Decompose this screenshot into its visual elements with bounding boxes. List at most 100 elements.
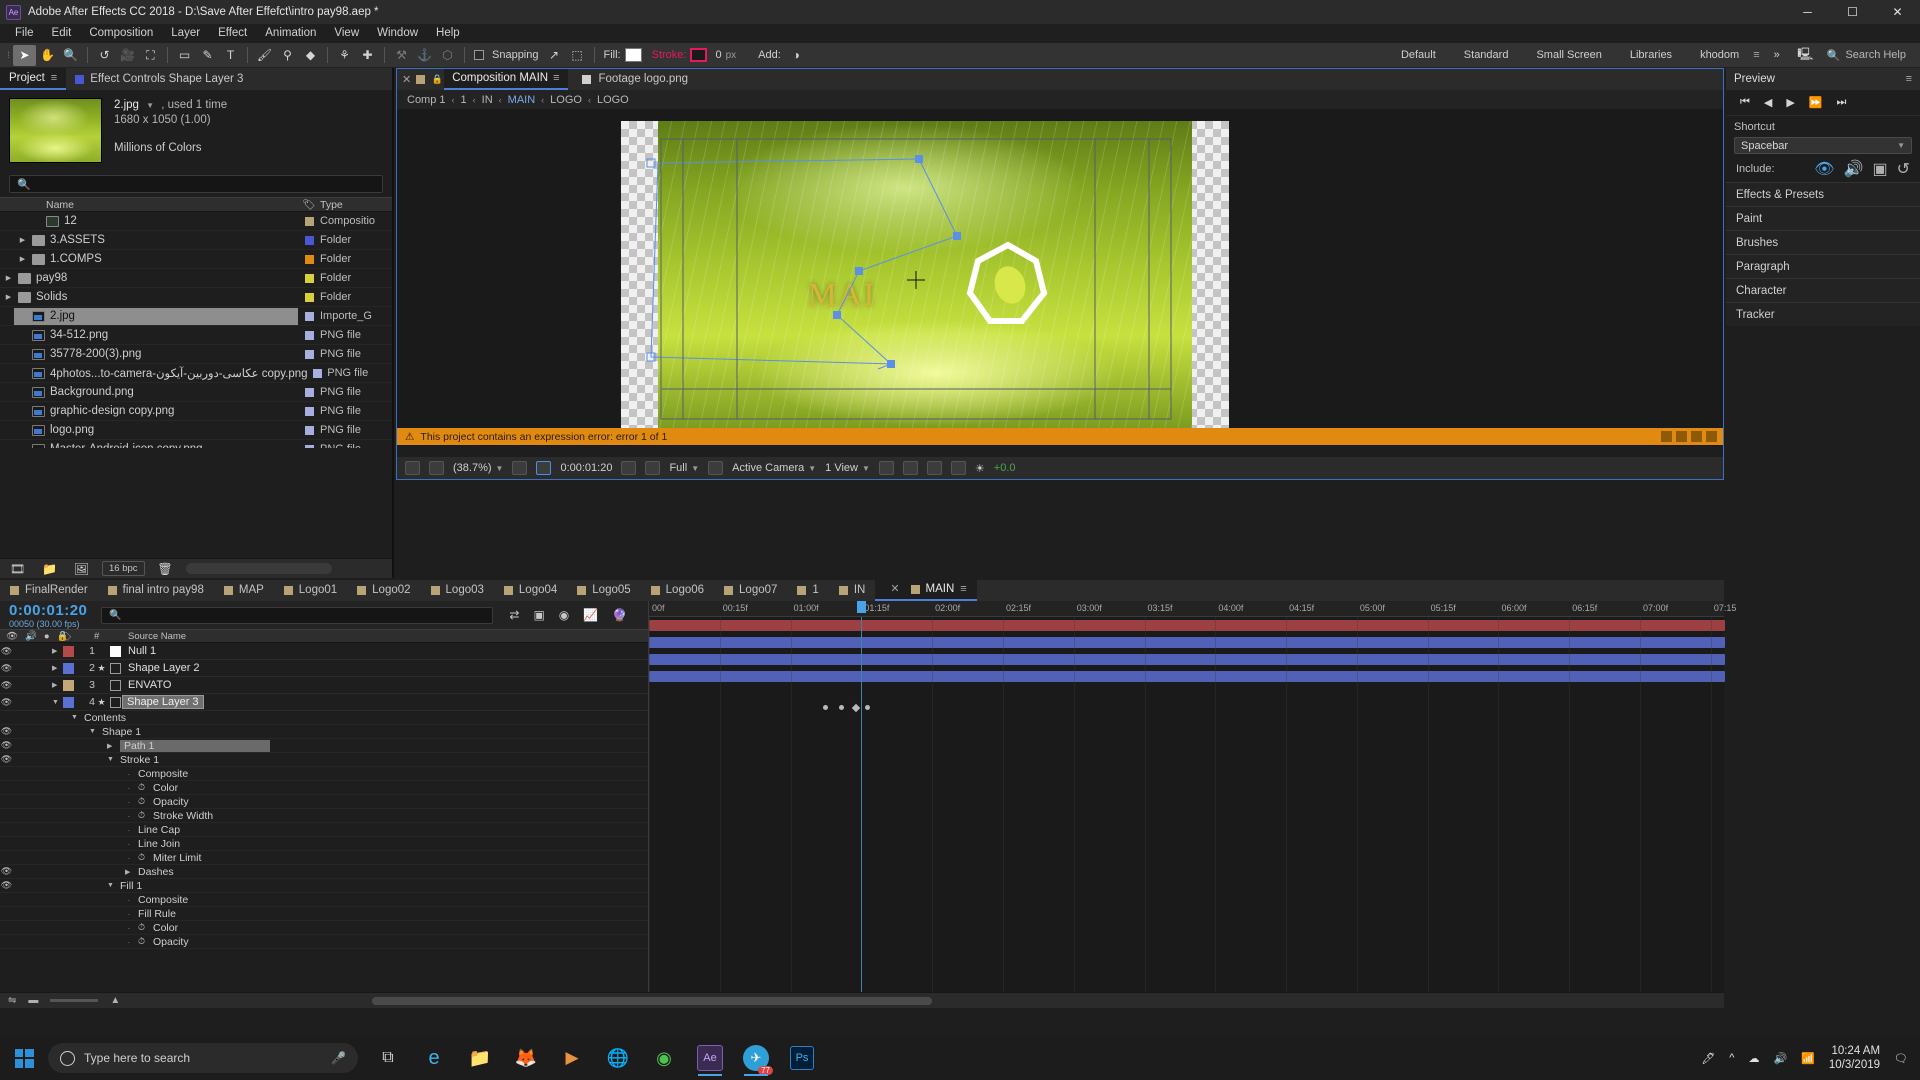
timeline-layer-bar[interactable]	[649, 671, 1725, 682]
panel-effects-presets[interactable]: Effects & Presets	[1726, 182, 1920, 206]
layer-visibility-icon[interactable]: 👁	[0, 697, 13, 708]
keyframe-marker[interactable]	[839, 705, 844, 710]
column-name[interactable]: Name	[0, 199, 298, 211]
next-frame-icon[interactable]: ⏩	[1809, 96, 1823, 109]
timeline-icon[interactable]	[926, 461, 942, 475]
workspace-user[interactable]: khodom	[1686, 49, 1753, 61]
include-overlays-icon[interactable]: ▣	[1872, 159, 1887, 179]
timeline-tab-logo02[interactable]: Logo02	[347, 580, 420, 601]
warn-icon-3[interactable]	[1691, 431, 1702, 442]
breadcrumb-item[interactable]: 1	[461, 94, 467, 106]
keyframe-marker[interactable]	[851, 703, 861, 713]
workspace-standard[interactable]: Standard	[1450, 49, 1523, 61]
minimize-button[interactable]: ─	[1785, 0, 1830, 24]
preview-panel-menu-icon[interactable]: ≡	[1906, 73, 1912, 85]
disclosure-triangle-icon[interactable]: ▶	[18, 236, 27, 244]
transparency-grid-icon[interactable]	[708, 461, 724, 475]
snapping-checkbox[interactable]: Snapping	[474, 49, 543, 61]
selection-tool-icon[interactable]: ➤	[13, 44, 36, 66]
timeline-horizontal-scrollbar[interactable]	[372, 996, 933, 1005]
roto-brush-tool-icon[interactable]: ⚘	[333, 45, 356, 66]
comp-flowchart-icon[interactable]	[950, 461, 966, 475]
puppet-mesh-icon[interactable]: ⬡	[436, 45, 459, 66]
project-settings-icon[interactable]: 🖼	[70, 558, 93, 579]
layer-name[interactable]: Shape Layer 2	[122, 662, 200, 674]
project-item-label[interactable]	[298, 425, 320, 435]
close-tab-icon[interactable]: ✕	[885, 580, 904, 600]
timeline-tab-logo04[interactable]: Logo04	[494, 580, 567, 601]
tab-effect-controls[interactable]: Effect Controls Shape Layer 3	[66, 68, 252, 90]
tab-composition-main[interactable]: Composition MAIN ≡	[444, 69, 568, 90]
timeline-tab-finalrender[interactable]: FinalRender	[0, 580, 98, 601]
snapshot-icon[interactable]	[621, 461, 637, 475]
grip-handle[interactable]: ⁞	[4, 45, 13, 66]
close-tab-icon[interactable]: ✕	[397, 73, 416, 86]
timeline-tab-map[interactable]: MAP	[214, 580, 274, 601]
project-search-input[interactable]: 🔍	[9, 175, 383, 193]
timeline-layer-bar[interactable]	[649, 654, 1725, 665]
project-list-item[interactable]: 12 Compositio	[0, 212, 392, 231]
property-disclosure-icon[interactable]: ▼	[71, 714, 79, 721]
bit-depth-label[interactable]: 16 bpc	[102, 561, 145, 576]
draft-3d-icon[interactable]: ▣	[533, 608, 544, 622]
always-preview-icon[interactable]	[405, 461, 420, 475]
add-shape-icon[interactable]: ◑	[785, 45, 808, 66]
timeline-tab-final-intro-pay98[interactable]: final intro pay98	[98, 580, 214, 601]
project-footer-scrollbar[interactable]	[185, 563, 332, 574]
workspace-overflow-icon[interactable]: »	[1760, 49, 1794, 61]
pen-tool-icon[interactable]: ✎	[196, 45, 219, 66]
firefox-icon[interactable]: 🦊	[506, 1038, 546, 1078]
composition-viewer[interactable]: MAI	[397, 109, 1723, 446]
sync-settings-icon[interactable]: 🖳	[1794, 45, 1817, 66]
delete-icon[interactable]: 🗑	[154, 558, 177, 579]
zoom-in-icon[interactable]: ▲	[110, 995, 120, 1006]
timeline-layer-bar[interactable]	[649, 637, 1725, 648]
breadcrumb-item[interactable]: LOGO	[550, 94, 582, 106]
panel-character[interactable]: Character	[1726, 278, 1920, 302]
after-effects-taskbar-icon[interactable]: Ae	[690, 1038, 730, 1078]
property-disclosure-icon[interactable]: ▼	[107, 756, 115, 763]
column-number[interactable]: #	[80, 631, 110, 642]
stopwatch-icon[interactable]: ⏱	[138, 936, 148, 947]
zoom-slider[interactable]	[50, 999, 99, 1002]
menu-animation[interactable]: Animation	[256, 24, 325, 43]
property-visibility-icon[interactable]: 👁	[0, 880, 13, 891]
layer-label-color[interactable]	[63, 645, 74, 657]
file-explorer-icon[interactable]: 📁	[460, 1038, 500, 1078]
show-hidden-icons-icon[interactable]: ^	[1729, 1052, 1734, 1064]
new-folder-icon[interactable]: 📁	[38, 558, 61, 579]
timeline-tab-logo06[interactable]: Logo06	[641, 580, 714, 601]
project-item-label[interactable]	[298, 330, 320, 340]
zoom-out-icon[interactable]: ▬	[28, 995, 38, 1006]
menu-composition[interactable]: Composition	[80, 24, 162, 43]
taskbar-clock[interactable]: 10:24 AM 10/3/2019	[1829, 1044, 1880, 1072]
include-reset-icon[interactable]: ↺	[1897, 159, 1910, 179]
snapping-arrow-icon[interactable]: ↗	[543, 45, 566, 66]
breadcrumb-item[interactable]: LOGO	[597, 94, 629, 106]
timeline-panel-menu-icon[interactable]: ≡	[960, 580, 966, 600]
property-visibility-icon[interactable]: 👁	[0, 740, 13, 751]
layer-name[interactable]: Null 1	[122, 645, 156, 657]
browser-alt-icon[interactable]: ◉	[644, 1038, 684, 1078]
layer-visibility-icon[interactable]: 👁	[0, 663, 13, 674]
task-view-icon[interactable]: ⧉	[368, 1038, 408, 1078]
timeline-graph-body[interactable]	[649, 617, 1725, 992]
resolution-dropdown[interactable]: Full ▼	[669, 462, 699, 474]
maximize-button[interactable]: ☐	[1830, 0, 1875, 24]
shape-tool-icon[interactable]: ▭	[173, 45, 196, 66]
layer-disclosure-icon[interactable]: ▶	[52, 664, 60, 672]
graph-editor-icon[interactable]: 📈	[583, 608, 598, 622]
layer-visibility-icon[interactable]: 👁	[0, 680, 13, 691]
menu-view[interactable]: View	[325, 24, 368, 43]
motion-blur-icon[interactable]: ◉	[559, 608, 569, 622]
warn-icon-2[interactable]	[1676, 431, 1687, 442]
project-item-label[interactable]	[298, 444, 320, 448]
keyframe-marker[interactable]	[865, 705, 870, 710]
composition-canvas[interactable]: MAI	[621, 121, 1229, 439]
puppet-overlap-icon[interactable]: ⚓	[413, 45, 436, 66]
show-snapshot-icon[interactable]	[645, 461, 661, 475]
layer-label-color[interactable]	[63, 696, 74, 708]
layer-disclosure-icon[interactable]: ▼	[52, 699, 60, 706]
snapping-box-icon[interactable]: ⬚	[566, 45, 589, 66]
project-item-label[interactable]	[308, 368, 328, 378]
